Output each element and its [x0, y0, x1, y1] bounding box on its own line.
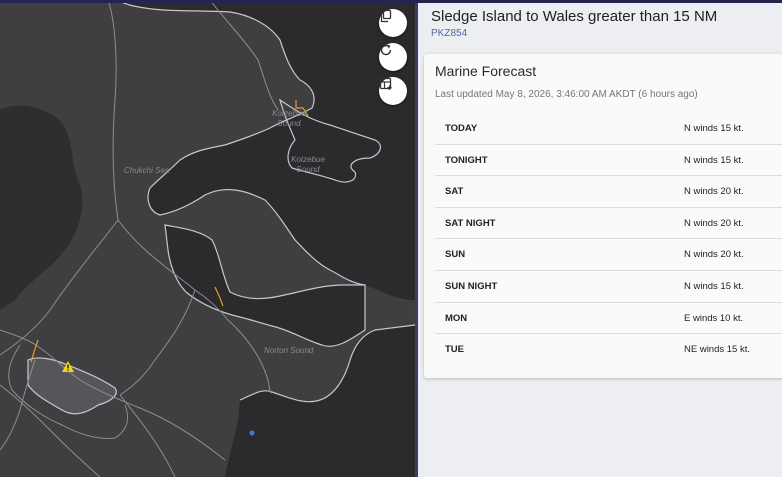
table-add-icon: [379, 77, 392, 90]
warning-icon[interactable]: [62, 361, 74, 372]
map-label-chukchi-sea: Chukchi Sea: [124, 166, 170, 175]
forecast-period: MON: [445, 312, 468, 324]
refresh-icon: [380, 44, 392, 56]
forecast-period: TONIGHT: [445, 154, 488, 166]
zone-details-panel: Sledge Island to Wales greater than 15 N…: [418, 3, 782, 477]
forecast-period: TODAY: [445, 123, 478, 134]
forecast-text: E winds 10 kt.: [684, 312, 744, 324]
forecast-period: SUN: [445, 249, 466, 261]
marine-forecast-card: Marine Forecast Last updated May 8, 2026…: [424, 54, 782, 378]
forecast-period: SAT: [445, 186, 464, 198]
forecast-text: NE winds 15 kt.: [684, 344, 750, 356]
copy-icon: [380, 9, 392, 23]
marine-zone-map[interactable]: Chukchi Sea Kotzebue Sound Kotzebue Soun…: [0, 0, 415, 477]
map-label-kotzebue-sound: Kotzebue Sound: [272, 109, 306, 128]
forecast-row: TONIGHT N winds 15 kt.: [435, 145, 782, 177]
forecast-row: SAT NIGHT N winds 20 kt.: [435, 208, 782, 240]
forecast-row: SUN N winds 20 kt.: [435, 239, 782, 271]
buoy-marker: [249, 430, 255, 436]
forecast-updated-time: Last updated May 8, 2026, 3:46:00 AM AKD…: [435, 89, 698, 100]
copy-button[interactable]: [379, 9, 407, 37]
forecast-period: SUN NIGHT: [445, 280, 498, 292]
map-canvas[interactable]: [0, 0, 415, 477]
forecast-row: TODAY N winds 15 kt.: [435, 113, 782, 145]
forecast-text: N winds 15 kt.: [684, 123, 744, 134]
forecast-text: N winds 15 kt.: [684, 280, 744, 292]
forecast-row: SUN NIGHT N winds 15 kt.: [435, 271, 782, 303]
forecast-table: TODAY N winds 15 kt. TONIGHT N winds 15 …: [435, 113, 782, 366]
forecast-period: SAT NIGHT: [445, 217, 496, 229]
top-accent-bar: [0, 0, 782, 3]
forecast-row: TUE NE winds 15 kt.: [435, 334, 782, 366]
layers-button[interactable]: [379, 77, 407, 105]
forecast-text: N winds 20 kt.: [684, 186, 744, 198]
forecast-title: Marine Forecast: [435, 63, 537, 79]
land-alaska-north: [118, 0, 415, 300]
forecast-text: N winds 20 kt.: [684, 249, 744, 261]
forecast-text: N winds 15 kt.: [684, 154, 744, 166]
land-chukotka: [0, 105, 83, 311]
zone-id: PKZ854: [431, 28, 468, 39]
forecast-row: SAT N winds 20 kt.: [435, 176, 782, 208]
refresh-button[interactable]: [379, 43, 407, 71]
forecast-period: TUE: [445, 344, 464, 356]
zone-title: Sledge Island to Wales greater than 15 N…: [431, 8, 718, 25]
forecast-text: N winds 20 kt.: [684, 217, 744, 229]
map-label-kotzebue-sound-2: Kotzebue Sound: [291, 155, 325, 174]
map-label-norton-sound: Norton Sound: [264, 346, 314, 355]
land-alaska-south: [225, 325, 415, 477]
forecast-row: MON E winds 10 kt.: [435, 303, 782, 335]
